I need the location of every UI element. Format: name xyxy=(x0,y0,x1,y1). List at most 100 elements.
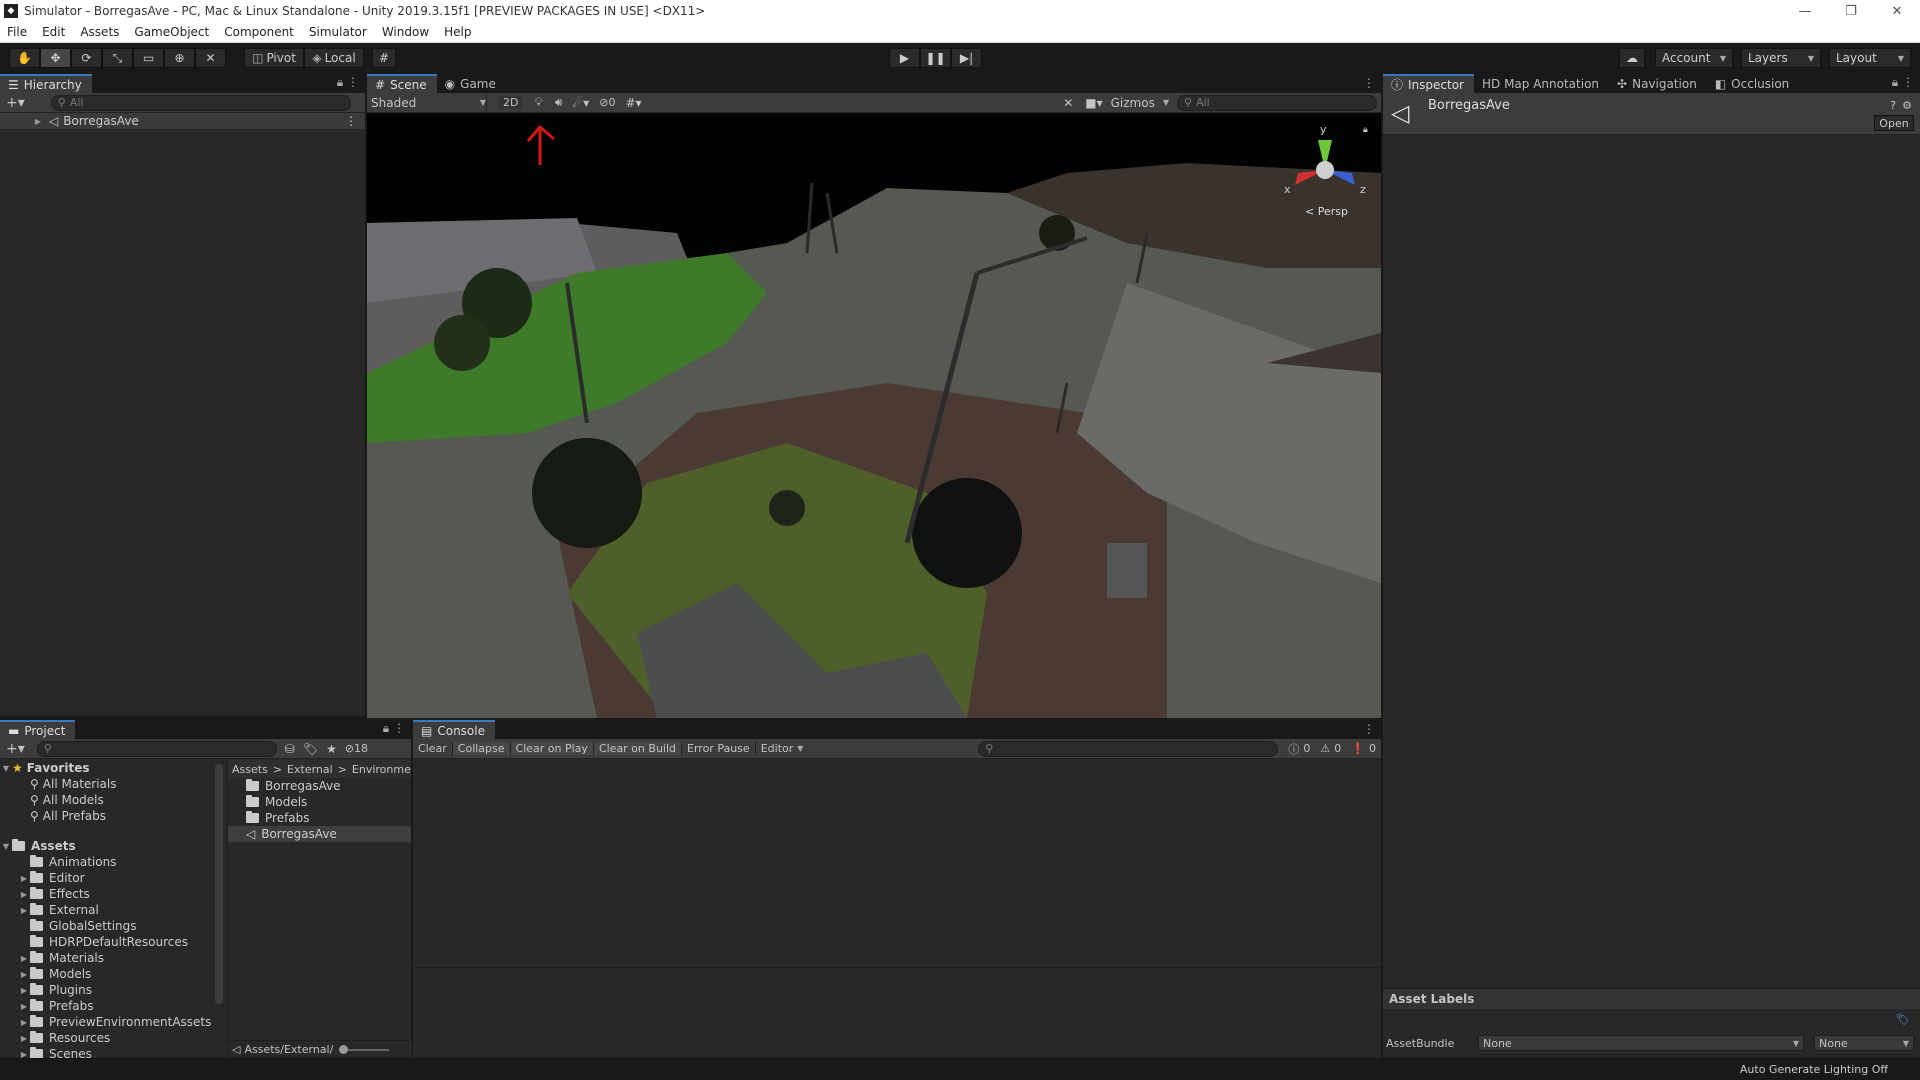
more-options-icon[interactable]: ⋮ xyxy=(1357,722,1381,739)
clear-button[interactable]: Clear xyxy=(413,742,453,755)
play-button[interactable]: ▶ xyxy=(889,48,920,68)
tab-hierarchy[interactable]: ☰ Hierarchy xyxy=(0,74,92,93)
console-divider[interactable] xyxy=(413,967,1381,968)
lighting-status[interactable]: Auto Generate Lighting Off xyxy=(1740,1063,1888,1076)
shading-mode-dropdown[interactable]: Shaded ▼ xyxy=(367,93,487,112)
lock-icon[interactable]: 🔒︎ xyxy=(1363,125,1368,135)
list-item[interactable]: HDRPDefaultResources xyxy=(0,934,225,950)
collapse-button[interactable]: Collapse xyxy=(452,742,511,755)
effects-toggle-icon[interactable]: ☄▾ xyxy=(572,96,589,110)
orientation-gizmo[interactable]: y x z 🔒︎ xyxy=(1280,123,1370,215)
warning-filter-toggle[interactable]: ⚠ 0 xyxy=(1320,742,1341,755)
tab-game[interactable]: ◉ Game xyxy=(437,74,506,93)
more-options-icon[interactable]: ⋮ xyxy=(1357,76,1381,93)
cloud-icon[interactable]: ☁ xyxy=(1619,48,1645,68)
expand-caret-icon[interactable]: ▶ xyxy=(18,1034,30,1043)
menu-simulator[interactable]: Simulator xyxy=(302,25,375,39)
menu-file[interactable]: File xyxy=(0,25,35,39)
search-by-type-icon[interactable]: ⛁ xyxy=(285,742,295,756)
list-item[interactable]: ▶ Models xyxy=(0,966,225,982)
hierarchy-item[interactable]: ▶ ◁ BorregasAve ⋮ xyxy=(0,113,365,129)
list-item[interactable]: ▶ PreviewEnvironmentAssets xyxy=(0,1014,225,1030)
menu-window[interactable]: Window xyxy=(375,25,437,39)
search-by-label-icon[interactable]: 🏷︎ xyxy=(303,742,318,756)
expand-caret-icon[interactable]: ▶ xyxy=(18,970,30,979)
favorites-header[interactable]: ▼ ★ Favorites xyxy=(0,760,225,776)
grid-snap-icon[interactable]: # xyxy=(372,48,396,68)
editor-dropdown[interactable]: Editor ▼ xyxy=(756,742,809,755)
local-toggle[interactable]: ◈ Local xyxy=(304,48,364,68)
tree-scrollbar[interactable] xyxy=(215,764,223,1004)
tab-console[interactable]: ▤ Console xyxy=(413,720,495,739)
list-item[interactable]: ⚲ All Prefabs xyxy=(0,808,225,824)
expand-caret-icon[interactable]: ▶ xyxy=(18,874,30,883)
projection-toggle[interactable]: < Persp xyxy=(1305,205,1348,218)
camera-dropdown-icon[interactable]: ■▾ xyxy=(1085,96,1102,110)
breadcrumb-item[interactable]: Assets xyxy=(232,763,268,776)
tab-hd-map-annotation[interactable]: HD Map Annotation xyxy=(1474,74,1609,93)
rect-tool-icon[interactable]: ▭ xyxy=(133,48,164,68)
tab-inspector[interactable]: ⓘ Inspector xyxy=(1383,74,1474,93)
hand-tool-icon[interactable]: ✋ xyxy=(9,48,40,68)
account-dropdown[interactable]: Account ▼ xyxy=(1655,48,1733,68)
list-item[interactable]: ▶ Resources xyxy=(0,1030,225,1046)
rotate-tool-icon[interactable]: ⟳ xyxy=(71,48,102,68)
maximize-button[interactable]: ❐ xyxy=(1828,4,1874,19)
lock-icon[interactable]: 🔒︎ ⋮ xyxy=(1886,75,1920,93)
list-item[interactable]: ▶ Editor xyxy=(0,870,225,886)
step-button[interactable]: ▶| xyxy=(951,48,982,68)
create-add-icon[interactable]: +▾ xyxy=(0,95,31,111)
lock-icon[interactable]: 🔒︎ ⋮ xyxy=(331,75,365,93)
expand-caret-icon[interactable]: ▶ xyxy=(18,1002,30,1011)
scene-viewport[interactable]: y x z 🔒︎ < Persp xyxy=(367,113,1381,718)
list-item[interactable]: Animations xyxy=(0,854,225,870)
grid-toggle-icon[interactable]: #▾ xyxy=(625,96,641,110)
favorite-star-icon[interactable]: ★ xyxy=(326,742,337,756)
scale-tool-icon[interactable]: ⤡ xyxy=(102,48,133,68)
tab-scene[interactable]: # Scene xyxy=(367,74,437,93)
open-button[interactable]: Open xyxy=(1874,115,1914,131)
hierarchy-search-input[interactable]: ⚲ All xyxy=(50,94,351,111)
icon-size-slider[interactable] xyxy=(339,1044,390,1054)
breadcrumb-item[interactable]: Environmen xyxy=(352,763,411,776)
project-search-input[interactable]: ⚲ xyxy=(36,740,277,757)
menu-component[interactable]: Component xyxy=(217,25,302,39)
custom-tool-icon[interactable]: ✕ xyxy=(195,48,226,68)
gear-icon[interactable]: ⚙ xyxy=(1902,99,1912,112)
transform-tool-icon[interactable]: ⊕ xyxy=(164,48,195,68)
label-tag-icon[interactable]: 🏷︎ xyxy=(1896,1013,1910,1026)
breadcrumb-item[interactable]: External xyxy=(287,763,333,776)
lighting-toggle-icon[interactable]: 💡︎ xyxy=(534,95,542,110)
log-filter-toggle[interactable]: ⓘ 0 xyxy=(1288,741,1310,757)
create-add-icon[interactable]: +▾ xyxy=(0,741,31,757)
scene-search-input[interactable]: ⚲ All xyxy=(1177,94,1377,111)
clear-on-build-button[interactable]: Clear on Build xyxy=(593,742,683,755)
hidden-objects-toggle[interactable]: ⊘0 xyxy=(599,96,615,109)
audio-toggle-icon[interactable]: 🔊︎ xyxy=(555,95,563,110)
tab-project[interactable]: ▬ Project xyxy=(0,720,76,739)
minimize-button[interactable]: — xyxy=(1782,4,1828,19)
pause-button[interactable]: ❚❚ xyxy=(920,48,951,68)
slider-handle[interactable] xyxy=(339,1044,349,1054)
list-item-selected[interactable]: ◁ BorregasAve xyxy=(228,826,411,842)
tab-navigation[interactable]: ✣ Navigation xyxy=(1609,74,1707,93)
clear-on-play-button[interactable]: Clear on Play xyxy=(510,742,594,755)
more-options-icon[interactable]: ⋮ xyxy=(345,114,365,128)
assetbundle-dropdown[interactable]: None ▼ xyxy=(1478,1035,1804,1051)
error-pause-button[interactable]: Error Pause xyxy=(682,742,756,755)
tab-occlusion[interactable]: ◧ Occlusion xyxy=(1707,74,1799,93)
list-item[interactable]: ▶ Effects xyxy=(0,886,225,902)
pivot-toggle[interactable]: ◫ Pivot xyxy=(244,48,304,68)
list-item[interactable]: ▶ External xyxy=(0,902,225,918)
expand-caret-icon[interactable]: ▶ xyxy=(18,1050,30,1059)
list-item[interactable]: ▶ Materials xyxy=(0,950,225,966)
list-item[interactable]: ▶ Plugins xyxy=(0,982,225,998)
list-item[interactable]: ⚲ All Models xyxy=(0,792,225,808)
lock-icon[interactable]: 🔒︎ ⋮ xyxy=(377,721,411,739)
close-button[interactable]: ✕ xyxy=(1874,4,1920,19)
expand-caret-icon[interactable]: ▶ xyxy=(18,1018,30,1027)
2d-toggle[interactable]: 2D xyxy=(499,96,523,109)
hidden-packages-toggle[interactable]: ⊘18 xyxy=(345,742,368,755)
menu-gameobject[interactable]: GameObject xyxy=(127,25,217,39)
expand-caret-icon[interactable]: ▶ xyxy=(18,954,30,963)
